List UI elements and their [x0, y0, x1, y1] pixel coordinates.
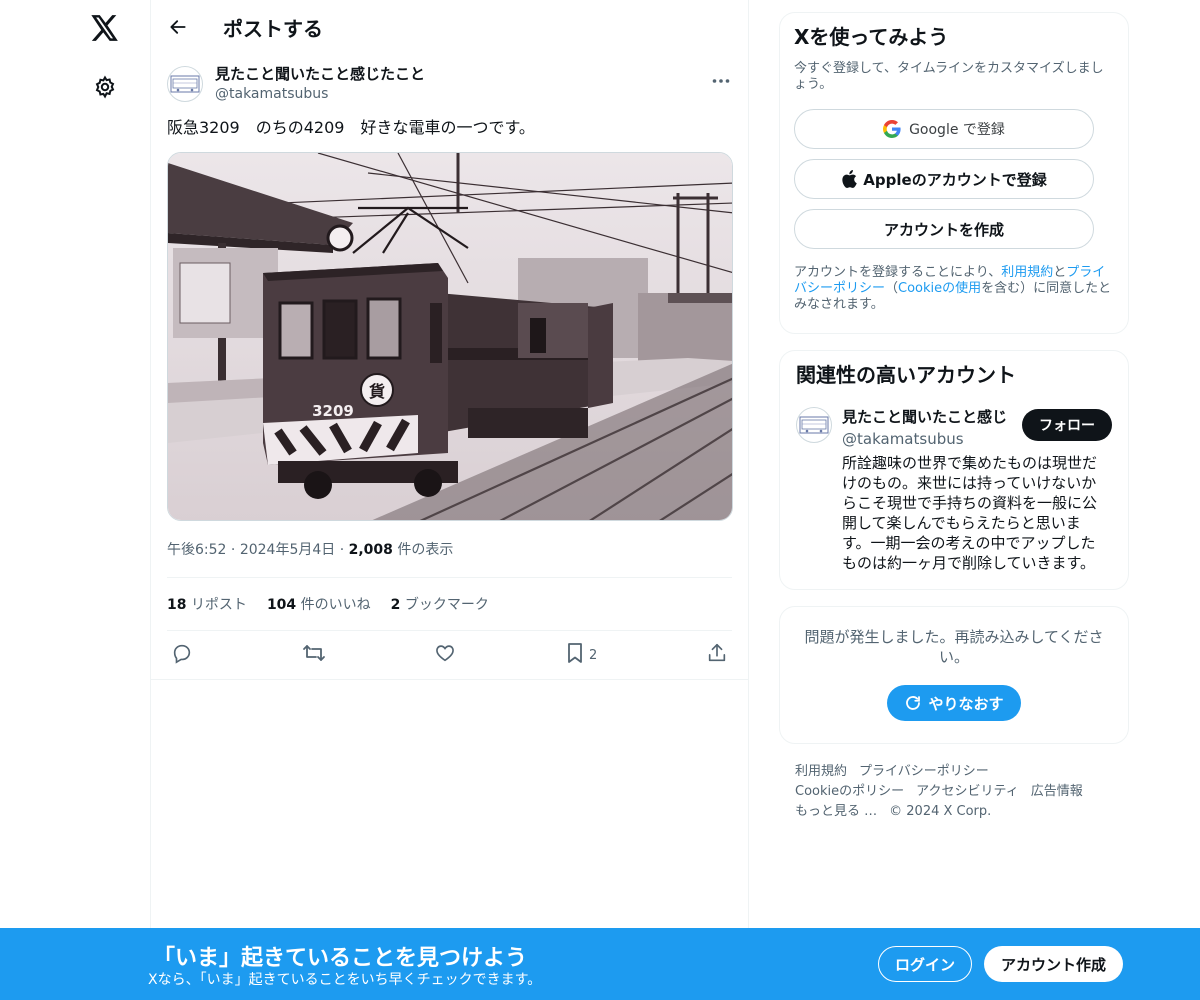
post-meta: 午後6:52 · 2024年5月4日 · 2,008 件の表示 [167, 539, 732, 561]
google-signup-button[interactable]: Google で登録 [794, 109, 1094, 149]
bookmarks-label: ブックマーク [404, 597, 489, 613]
retry-label: やりなおす [928, 694, 1004, 713]
repost-icon [302, 642, 326, 668]
footer-terms[interactable]: 利用規約 [795, 762, 847, 782]
repost-button[interactable] [302, 642, 326, 668]
banner-subtitle: Xなら、「いま」起きていることをいち早くチェックできます。 [148, 972, 542, 988]
post-image[interactable]: 貨 3209 [167, 152, 733, 521]
post: 見たこと聞いたこと感じたこと @takamatsubus 阪急3209 のちの4… [151, 54, 748, 679]
left-nav [0, 0, 150, 1000]
related-title: 関連性の高いアカウント [796, 363, 1016, 387]
reposts-count: 18 [167, 597, 187, 613]
like-button[interactable] [434, 642, 456, 668]
post-actions: 2 [167, 631, 732, 679]
footer-copyright: © 2024 X Corp. [889, 804, 992, 819]
cookie-link[interactable]: Cookieの使用 [898, 281, 981, 296]
reply-icon [171, 642, 193, 668]
avatar[interactable] [167, 66, 203, 102]
likes-label: 件のいいね [300, 597, 371, 613]
train-badge: 貨 [369, 382, 385, 401]
x-logo-icon[interactable] [87, 10, 123, 46]
post-time[interactable]: 午後6:52 [167, 542, 226, 558]
divider [151, 679, 748, 680]
bookmarks-stat[interactable]: 2 ブックマーク [391, 594, 489, 614]
author-name[interactable]: 見たこと聞いたこと感じたこと [215, 64, 425, 84]
create-account-label: アカウントを作成 [883, 220, 1004, 239]
bookmark-icon [565, 642, 585, 668]
right-sidebar: Xを使ってみよう 今すぐ登録して、タイムラインをカスタマイズしましょう。 Goo… [779, 12, 1129, 822]
terms-link[interactable]: 利用規約 [1001, 265, 1053, 280]
legal-pre: アカウントを登録することにより、 [794, 265, 1002, 280]
share-button[interactable] [706, 642, 728, 668]
google-icon [883, 120, 901, 138]
author-handle[interactable]: @takamatsubus [215, 84, 425, 104]
google-signup-label: Google で登録 [909, 122, 1005, 138]
apple-icon [841, 170, 857, 188]
post-date[interactable]: 2024年5月4日 [240, 542, 335, 558]
signup-title: Xを使ってみよう [794, 25, 949, 49]
reposts-label: リポスト [190, 597, 247, 613]
views-label: 件の表示 [397, 542, 454, 558]
train-number: 3209 [312, 402, 354, 420]
post-stats: 18 リポスト 104 件のいいね 2 ブックマーク [167, 578, 732, 630]
banner-title: 「いま」起きていることを見つけよう [153, 946, 528, 971]
bookmarks-count: 2 [390, 597, 401, 613]
signup-button[interactable]: アカウント作成 [984, 946, 1123, 982]
main-column: ポストする 見たこと聞いたこと感じたこと @takamatsubus 阪急320… [150, 0, 749, 1000]
login-button[interactable]: ログイン [878, 946, 972, 982]
related-account[interactable]: 見たこと聞いたこと感じ @takamatsubus 所詮趣味の世界で集めたものは… [796, 407, 1112, 573]
header: ポストする [151, 0, 748, 54]
footer-links: 利用規約 プライバシーポリシー Cookieのポリシー アクセシビリティ 広告情報 も… [779, 762, 1109, 822]
related-name[interactable]: 見たこと聞いたこと感じ [842, 407, 1012, 427]
gear-icon[interactable] [89, 71, 121, 103]
likes-stat[interactable]: 104 件のいいね [267, 594, 371, 614]
views-count: 2,008 [348, 542, 393, 558]
login-banner: 「いま」起きていることを見つけよう Xなら、「いま」起きていることをいち早くチェ… [0, 928, 1200, 1000]
reposts-stat[interactable]: 18 リポスト [167, 594, 247, 614]
legal-notice: アカウントを登録することにより、利用規約とプライバシーポリシー（Cookieの使… [794, 265, 1114, 313]
error-message: 問題が発生しました。再読み込みしてください。 [804, 628, 1104, 666]
footer-cookie[interactable]: Cookieのポリシー [795, 782, 904, 802]
related-accounts-card: 関連性の高いアカウント 見たこと聞いたこと感じ @takamatsubus 所詮… [779, 350, 1129, 590]
follow-button[interactable]: フォロー [1022, 409, 1112, 441]
bookmark-count: 2 [589, 647, 598, 663]
signup-card: Xを使ってみよう 今すぐ登録して、タイムラインをカスタマイズしましょう。 Goo… [779, 12, 1129, 334]
page-title: ポストする [223, 16, 323, 41]
footer-accessibility[interactable]: アクセシビリティ [916, 782, 1019, 802]
apple-signup-label: Appleのアカウントで登録 [863, 170, 1047, 189]
footer-ads[interactable]: 広告情報 [1031, 782, 1083, 802]
legal-and: と [1053, 265, 1067, 280]
related-bio: 所詮趣味の世界で集めたものは現世だけのもの。来世には持っていけないからこそ現世で… [842, 454, 1098, 572]
footer-privacy[interactable]: プライバシーポリシー [859, 762, 989, 782]
legal-mid: （ [885, 281, 899, 296]
share-icon [706, 642, 728, 668]
heart-icon [434, 642, 456, 668]
error-card: 問題が発生しました。再読み込みしてください。 やりなおす [779, 606, 1129, 744]
meta-separator: · [230, 542, 240, 558]
post-text: 阪急3209 のちの4209 好きな電車の一つです。 [167, 118, 535, 137]
more-icon[interactable] [710, 70, 732, 92]
back-arrow-icon[interactable] [167, 16, 189, 38]
likes-count: 104 [266, 597, 297, 613]
meta-separator: · [339, 542, 349, 558]
bookmark-button[interactable]: 2 [565, 642, 597, 668]
retry-button[interactable]: やりなおす [887, 685, 1021, 721]
footer-more[interactable]: もっと見る … [795, 802, 877, 822]
apple-signup-button[interactable]: Appleのアカウントで登録 [794, 159, 1094, 199]
reply-button[interactable] [171, 642, 193, 668]
refresh-icon [904, 694, 922, 712]
signup-subtitle: 今すぐ登録して、タイムラインをカスタマイズしましょう。 [794, 61, 1104, 92]
avatar[interactable] [796, 407, 832, 443]
post-author: 見たこと聞いたこと感じたこと @takamatsubus [167, 54, 732, 114]
create-account-button[interactable]: アカウントを作成 [794, 209, 1094, 249]
